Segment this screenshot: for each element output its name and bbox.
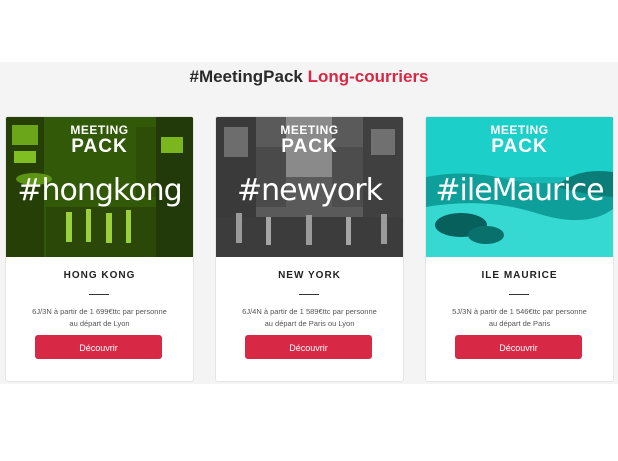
card-title: HONG KONG: [63, 270, 136, 281]
decouvrir-button[interactable]: Découvrir: [245, 335, 372, 359]
title-divider: [299, 294, 319, 295]
card-description: 6J/3N à partir de 1 699€ttc par personne…: [20, 306, 179, 330]
card-title: NEW YORK: [278, 270, 341, 281]
destination-card-newyork[interactable]: MEETING PACK #newyork NEW YORK 6J/4N à p…: [215, 116, 404, 382]
hashtag-label: #hongkong: [17, 173, 182, 208]
title-divider: [509, 294, 529, 295]
destination-card-hongkong[interactable]: MEETING PACK #hongkong HONG KONG 6J/3N à…: [5, 116, 194, 382]
description-line-2: au départ de Paris: [488, 319, 551, 328]
section-title-accent: Long-courriers: [307, 67, 429, 86]
hashtag-label: #ileMaurice: [435, 173, 604, 208]
description-line-1: 5J/3N à partir de 1 546€ttc par personne: [452, 307, 587, 316]
card-description: 6J/4N à partir de 1 589€ttc par personne…: [230, 306, 389, 330]
meetingpack-logo: MEETING PACK: [216, 124, 403, 156]
meetingpack-logo: MEETING PACK: [426, 124, 613, 156]
section-title-prefix: #MeetingPack: [189, 67, 303, 86]
destination-image-ilemaurice[interactable]: MEETING PACK #ileMaurice: [426, 117, 613, 257]
logo-line-1: MEETING: [490, 123, 549, 137]
decouvrir-button[interactable]: Découvrir: [455, 335, 582, 359]
destination-card-ilemaurice[interactable]: MEETING PACK #ileMaurice ILE MAURICE 5J/…: [425, 116, 614, 382]
logo-line-2: PACK: [71, 136, 128, 157]
destination-image-hongkong[interactable]: MEETING PACK #hongkong: [6, 117, 193, 257]
description-line-2: au départ de Lyon: [69, 319, 130, 328]
logo-line-2: PACK: [491, 136, 548, 157]
card-title: ILE MAURICE: [481, 270, 558, 281]
meetingpack-logo: MEETING PACK: [6, 124, 193, 156]
logo-line-2: PACK: [281, 136, 338, 157]
title-divider: [89, 294, 109, 295]
destination-image-newyork[interactable]: MEETING PACK #newyork: [216, 117, 403, 257]
logo-line-1: MEETING: [70, 123, 129, 137]
description-line-1: 6J/3N à partir de 1 699€ttc par personne: [32, 307, 167, 316]
decouvrir-button[interactable]: Découvrir: [35, 335, 162, 359]
section-title: #MeetingPack Long-courriers: [0, 66, 618, 88]
hashtag-label: #newyork: [237, 173, 383, 208]
logo-line-1: MEETING: [280, 123, 339, 137]
description-line-1: 6J/4N à partir de 1 589€ttc par personne: [242, 307, 377, 316]
card-description: 5J/3N à partir de 1 546€ttc par personne…: [440, 306, 599, 330]
description-line-2: au départ de Paris ou Lyon: [264, 319, 355, 328]
